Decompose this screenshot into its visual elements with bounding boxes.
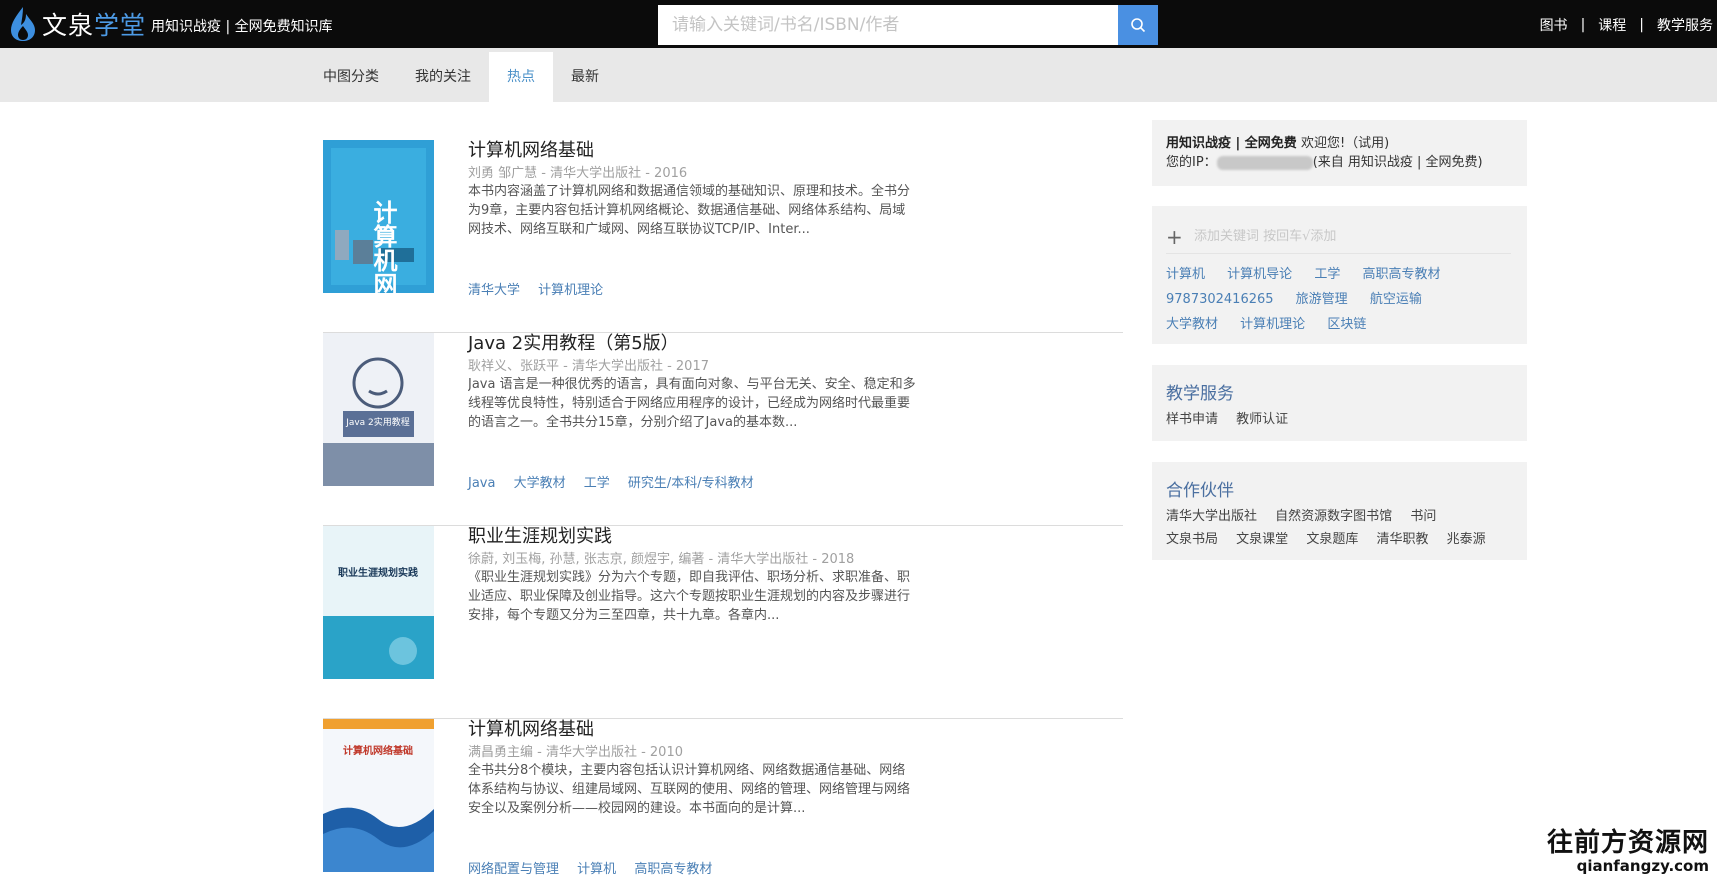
partner-link[interactable]: 清华职教: [1376, 532, 1428, 547]
top-nav: 图书 | 课程 | 教学服务: [1540, 15, 1713, 35]
watermark-url: qianfangzy.com: [1576, 857, 1709, 875]
search-icon: [1131, 18, 1146, 33]
book-meta: 徐蔚, 刘玉梅, 孙慧, 张志京, 颜煜宇, 编著 - 清华大学出版社 - 20…: [468, 552, 855, 567]
book-title[interactable]: 计算机网络基础: [468, 136, 594, 162]
book-title[interactable]: 计算机网络基础: [468, 715, 594, 741]
nav-teaching-service[interactable]: 教学服务: [1657, 15, 1713, 35]
cover-title-text: 职业生涯规划实践: [338, 566, 418, 579]
book-tag[interactable]: 计算机: [577, 862, 616, 877]
site-slogan: 用知识战疫 | 全网免费知识库: [151, 19, 333, 35]
book-tag[interactable]: 高职高专教材: [634, 862, 712, 877]
cover-image: 计算机网络基础: [323, 719, 434, 872]
book-item: 计算机网络基础 计算机网络基础 刘勇 邹广慧 - 清华大学出版社 - 2016 …: [323, 140, 1123, 333]
book-title[interactable]: 职业生涯规划实践: [468, 522, 612, 548]
teaching-service-panel: 教学服务 样书申请 教师认证: [1152, 365, 1527, 441]
welcome-panel: 用知识战疫 | 全网免费 欢迎您!（试用) 您的IP： (来自 用知识战疫 | 全…: [1152, 120, 1527, 186]
keyword-tag[interactable]: 计算机理论: [1240, 317, 1305, 332]
book-tag[interactable]: 计算机理论: [538, 283, 603, 298]
keyword-panel: + 计算机 计算机导论 工学 高职高专教材 9787302416265 旅游管理…: [1152, 206, 1527, 344]
add-keyword-row: +: [1166, 220, 1511, 254]
book-title[interactable]: Java 2实用教程（第5版）: [468, 329, 679, 355]
keyword-tag[interactable]: 工学: [1314, 267, 1340, 282]
book-tag[interactable]: 工学: [584, 476, 610, 491]
search-input[interactable]: [658, 5, 1118, 45]
logo[interactable]: 文泉学堂: [8, 6, 146, 42]
keyword-tag[interactable]: 大学教材: [1166, 317, 1218, 332]
watermark: 往前方资源网 qianfangzy.com: [1547, 822, 1709, 875]
keyword-list: 计算机 计算机导论 工学 高职高专教材 9787302416265 旅游管理 航…: [1166, 262, 1458, 337]
book-description: 本书内容涵盖了计算机网络和数据通信领域的基础知识、原理和技术。全书分为9章，主要…: [468, 184, 911, 237]
keyword-tag[interactable]: 航空运输: [1370, 292, 1422, 307]
cover-image: 计算机网络基础: [323, 140, 434, 293]
book-cover[interactable]: 计算机网络基础: [323, 719, 434, 872]
partners-panel: 合作伙伴 清华大学出版社 自然资源数字图书馆 书问 文泉书局 文泉课堂 文泉题库…: [1152, 462, 1527, 560]
keyword-input[interactable]: [1194, 229, 1494, 244]
nav-separator: |: [1580, 17, 1586, 33]
category-tabs: 中图分类 我的关注 热点 最新: [305, 52, 617, 102]
book-description: 全书共分8个模块，主要内容包括认识计算机网络、网络数据通信基础、网络体系结构与协…: [468, 763, 911, 816]
book-tag[interactable]: 大学教材: [514, 476, 566, 491]
book-meta: 耿祥义、张跃平 - 清华大学出版社 - 2017: [468, 359, 709, 374]
book-tags: Java 大学教材 工学 研究生/本科/专科教材: [468, 472, 768, 491]
keyword-tag[interactable]: 区块链: [1327, 317, 1366, 332]
book-meta: 满昌勇主编 - 清华大学出版社 - 2010: [468, 745, 683, 760]
logo-flame-icon: [11, 7, 35, 41]
ip-line: 您的IP： (来自 用知识战疫 | 全网免费): [1166, 155, 1483, 170]
welcome-line: 用知识战疫 | 全网免费 欢迎您!（试用): [1166, 136, 1390, 151]
partner-link[interactable]: 文泉题库: [1306, 532, 1358, 547]
book-meta: 刘勇 邹广慧 - 清华大学出版社 - 2016: [468, 166, 688, 181]
cover-title-text: Java 2实用教程: [345, 416, 410, 428]
book-tag[interactable]: 网络配置与管理: [468, 862, 559, 877]
book-item: 计算机网络基础 计算机网络基础 满昌勇主编 - 清华大学出版社 - 2010 全…: [323, 719, 1123, 881]
book-tags: 网络配置与管理 计算机 高职高专教材: [468, 858, 726, 877]
tab-latest[interactable]: 最新: [553, 52, 617, 102]
teaching-links: 样书申请 教师认证: [1166, 408, 1513, 431]
book-tag[interactable]: 清华大学: [468, 283, 520, 298]
keyword-tag[interactable]: 旅游管理: [1296, 292, 1348, 307]
cover-image: Java 2实用教程: [323, 333, 434, 486]
ip-address-redacted: [1216, 155, 1313, 170]
book-cover[interactable]: 职业生涯规划实践: [323, 526, 434, 679]
panel-heading: 合作伙伴: [1166, 481, 1234, 501]
tab-hot[interactable]: 热点: [489, 52, 553, 102]
book-tags: 清华大学 计算机理论: [468, 279, 617, 298]
partner-link[interactable]: 文泉书局: [1166, 532, 1218, 547]
partner-link[interactable]: 自然资源数字图书馆: [1275, 509, 1392, 524]
teacher-verify-link[interactable]: 教师认证: [1236, 412, 1288, 427]
keyword-tag[interactable]: 高职高专教材: [1362, 267, 1440, 282]
book-item: 职业生涯规划实践 职业生涯规划实践 徐蔚, 刘玉梅, 孙慧, 张志京, 颜煜宇,…: [323, 526, 1123, 719]
book-cover[interactable]: 计算机网络基础: [323, 140, 434, 293]
keyword-tag[interactable]: 9787302416265: [1166, 292, 1274, 307]
watermark-title: 往前方资源网: [1546, 828, 1709, 858]
cover-title-text: 计算机网络基础: [343, 744, 413, 757]
book-tag[interactable]: Java: [468, 476, 495, 491]
logo-text: 文泉学堂: [42, 11, 147, 40]
partner-link[interactable]: 书问: [1410, 509, 1436, 524]
search-button[interactable]: [1118, 5, 1158, 45]
sample-request-link[interactable]: 样书申请: [1166, 412, 1218, 427]
partner-links: 清华大学出版社 自然资源数字图书馆 书问 文泉书局 文泉课堂 文泉题库 清华职教…: [1166, 505, 1513, 551]
keyword-tag[interactable]: 计算机导论: [1227, 267, 1292, 282]
top-bar: 文泉学堂 用知识战疫 | 全网免费知识库 图书 | 课程 | 教学服务: [0, 0, 1717, 48]
book-description: Java 语言是一种很优秀的语言，具有面向对象、与平台无关、安全、稳定和多线程等…: [468, 377, 916, 430]
nav-separator: |: [1639, 17, 1644, 33]
cover-image: 职业生涯规划实践: [323, 526, 434, 679]
partner-link[interactable]: 文泉课堂: [1236, 532, 1288, 547]
nav-courses[interactable]: 课程: [1598, 15, 1626, 35]
panel-heading: 教学服务: [1166, 384, 1234, 404]
partner-link[interactable]: 兆泰源: [1447, 532, 1486, 547]
search-bar: [658, 5, 1158, 45]
book-cover[interactable]: Java 2实用教程: [323, 333, 434, 486]
tab-following[interactable]: 我的关注: [397, 52, 489, 102]
tab-classification[interactable]: 中图分类: [305, 52, 397, 102]
nav-books[interactable]: 图书: [1540, 15, 1568, 35]
partner-link[interactable]: 清华大学出版社: [1166, 509, 1257, 524]
book-description: 《职业生涯规划实践》分为六个专题，即自我评估、职场分析、求职准备、职业适应、职业…: [468, 570, 911, 623]
keyword-tag[interactable]: 计算机: [1166, 267, 1205, 282]
add-icon[interactable]: +: [1166, 225, 1194, 249]
cover-title-text: 计算机网络基础: [369, 200, 397, 293]
book-tag[interactable]: 研究生/本科/专科教材: [628, 476, 754, 491]
book-item: Java 2实用教程 Java 2实用教程（第5版） 耿祥义、张跃平 - 清华大…: [323, 333, 1123, 526]
sub-nav: 中图分类 我的关注 热点 最新: [0, 48, 1717, 102]
